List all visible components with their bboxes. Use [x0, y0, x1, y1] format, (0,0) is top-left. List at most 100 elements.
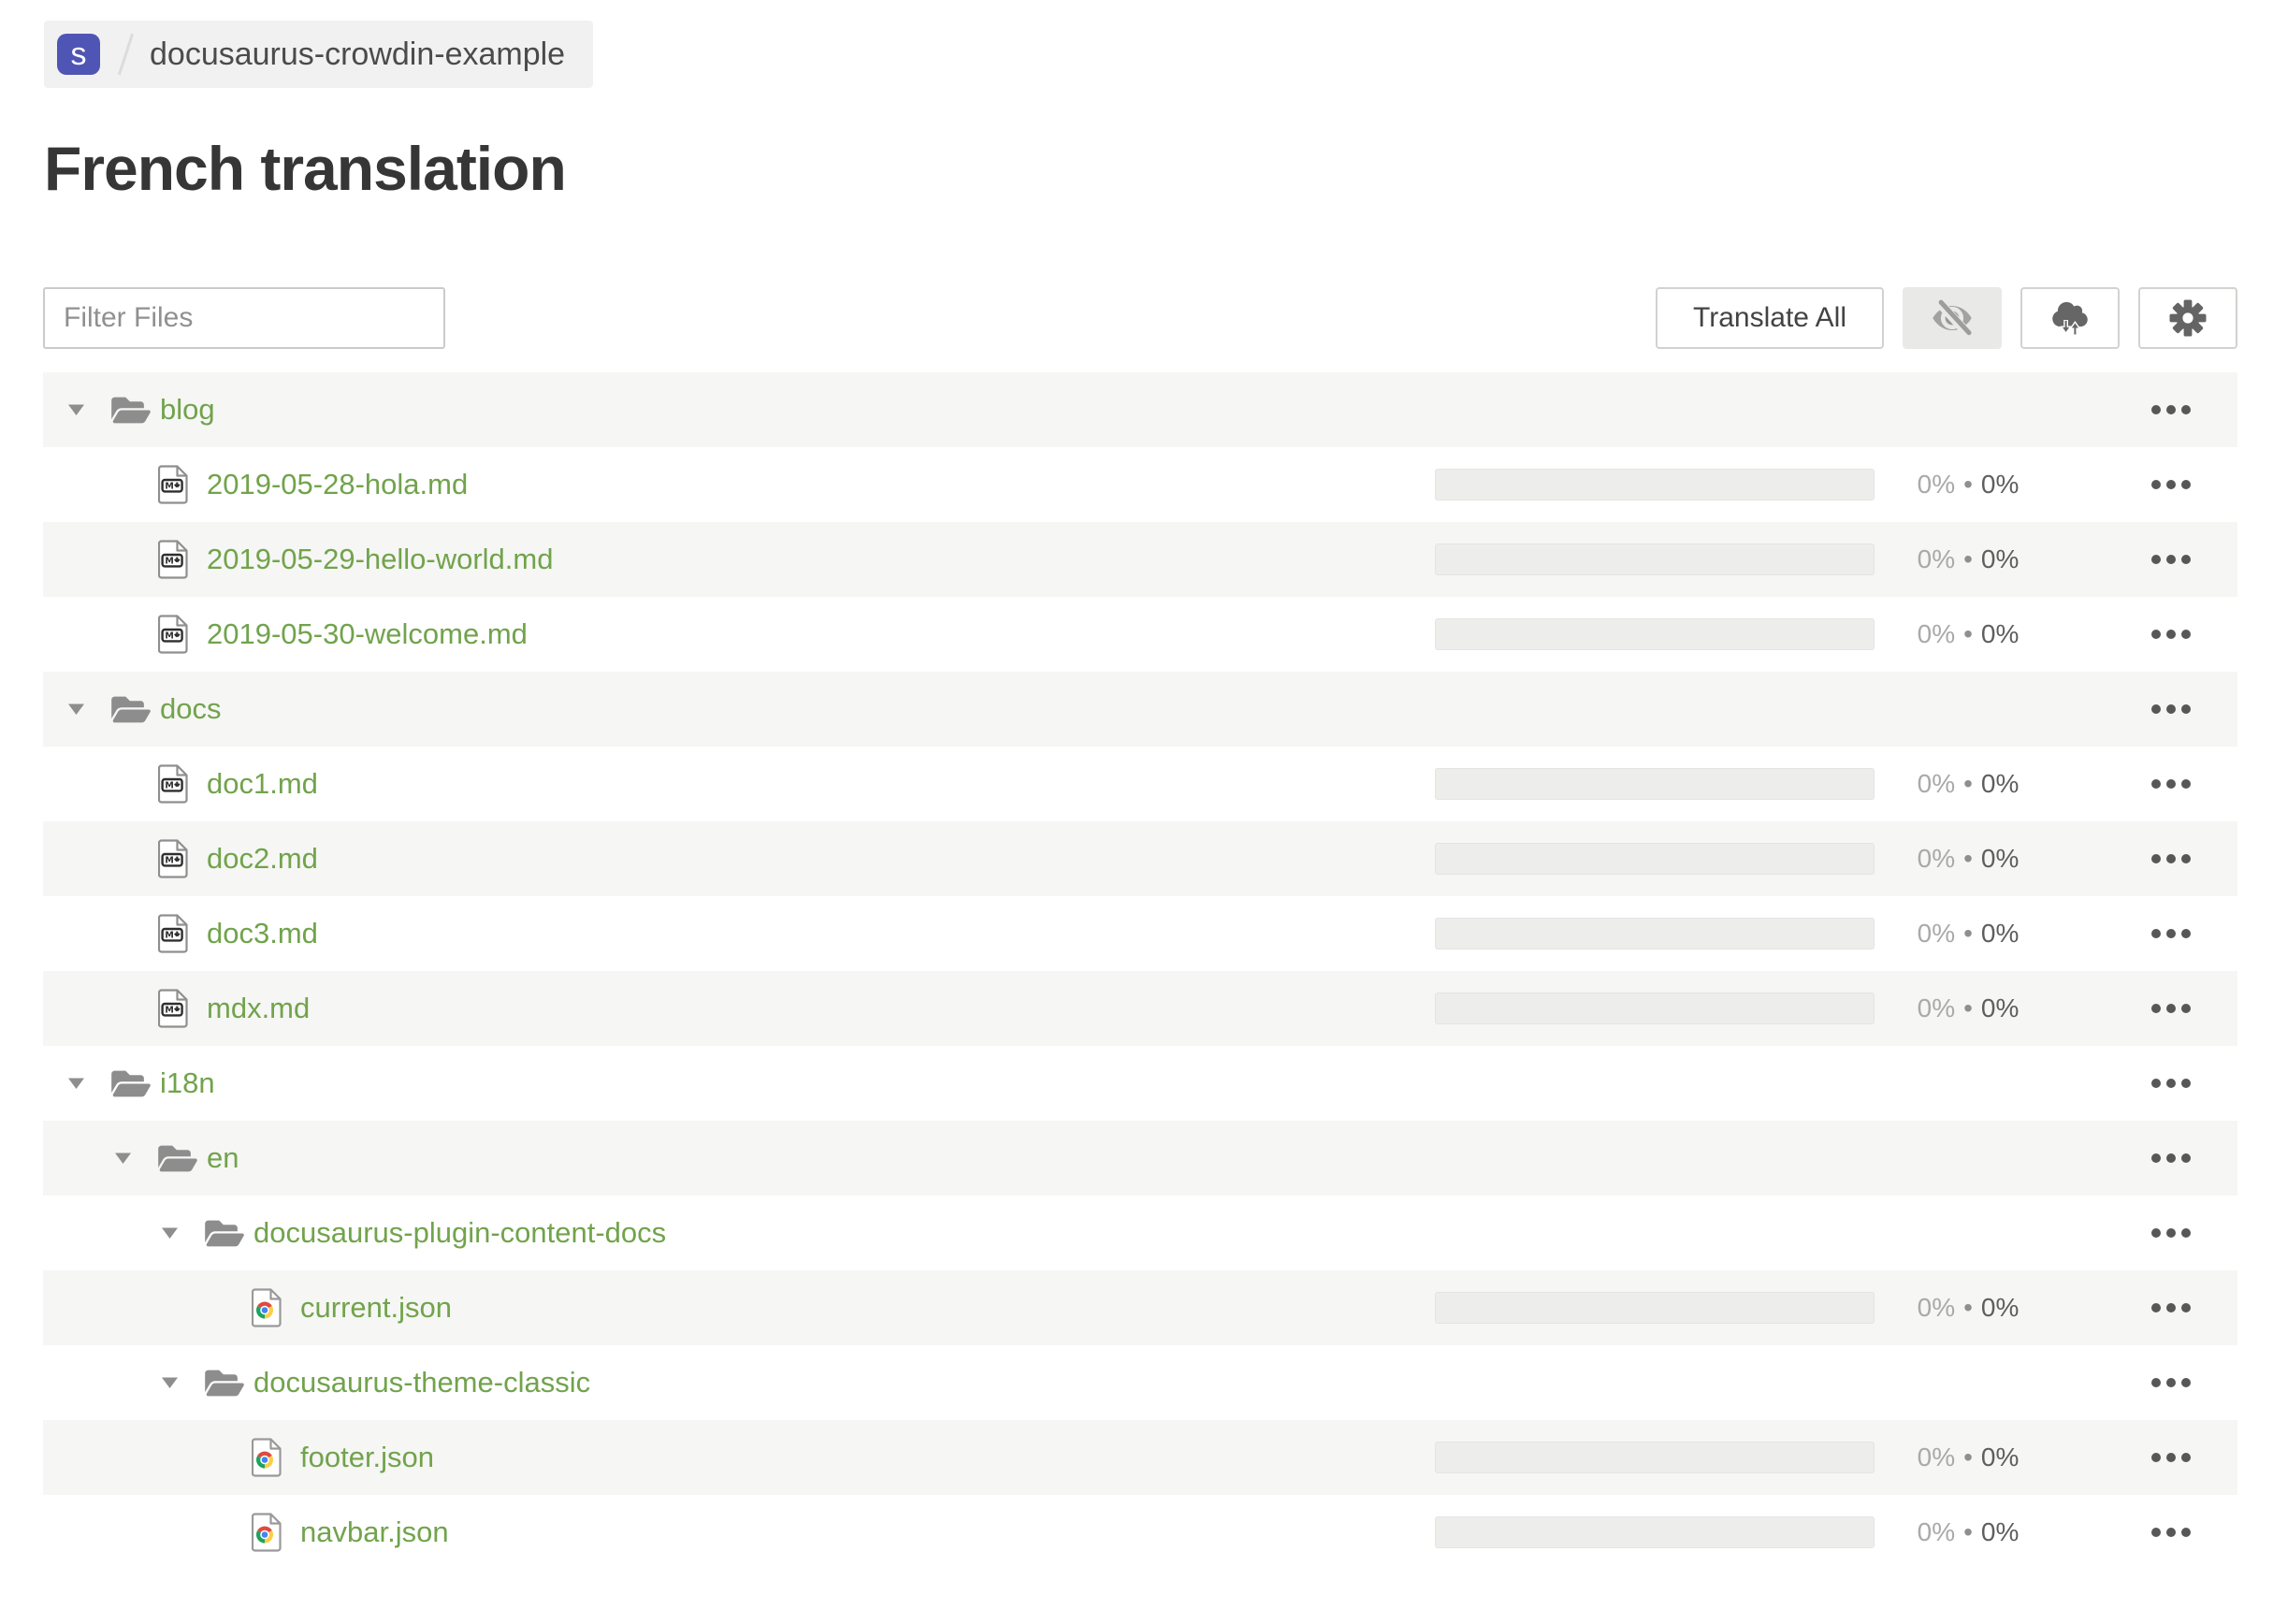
approved-percent: 0% — [1980, 1293, 2020, 1322]
file-link[interactable]: navbar.json — [300, 1515, 449, 1549]
row-menu-button[interactable] — [2150, 1296, 2193, 1320]
ellipsis-icon — [2151, 1079, 2161, 1088]
row-menu-cell — [2062, 472, 2237, 497]
row-menu-cell — [2062, 1296, 2237, 1320]
breadcrumb-project-name[interactable]: docusaurus-crowdin-example — [150, 36, 565, 73]
filter-files-input[interactable] — [43, 287, 445, 349]
row-menu-cell — [2062, 398, 2237, 422]
svg-text:M: M — [165, 1006, 173, 1016]
file-link[interactable]: mdx.md — [207, 992, 310, 1025]
json-file-icon — [252, 1288, 282, 1327]
toolbar-actions: Translate All — [1656, 287, 2237, 349]
progress-bar — [1435, 843, 1875, 875]
row-menu-button[interactable] — [2150, 398, 2193, 422]
row-menu-button[interactable] — [2150, 622, 2193, 646]
file-link[interactable]: doc3.md — [207, 917, 318, 950]
progress-cell — [1435, 1292, 1875, 1324]
folder-icon — [111, 1070, 151, 1096]
breadcrumb-separator — [117, 33, 135, 76]
row-menu-button[interactable] — [2150, 1520, 2193, 1544]
collapse-toggle[interactable] — [158, 1376, 205, 1389]
json-file-icon — [252, 1513, 282, 1552]
row-icon: M — [158, 764, 207, 804]
file-link[interactable]: current.json — [300, 1291, 452, 1325]
progress-bar — [1435, 768, 1875, 800]
collapse-toggle[interactable] — [158, 1226, 205, 1240]
collapse-toggle[interactable] — [65, 1077, 111, 1090]
ellipsis-icon — [2181, 1378, 2191, 1387]
down-up-arrows-icon — [2059, 320, 2081, 336]
translated-percent: 0% — [1917, 919, 1956, 948]
svg-text:M: M — [165, 781, 173, 791]
row-menu-button[interactable] — [2150, 921, 2193, 946]
approved-percent: 0% — [1980, 1517, 2020, 1546]
folder-link[interactable]: docusaurus-theme-classic — [253, 1366, 590, 1399]
progress-cell — [1435, 1516, 1875, 1548]
folder-row: docusaurus-plugin-content-docs — [43, 1196, 2237, 1270]
row-menu-button[interactable] — [2150, 1146, 2193, 1170]
translate-all-button[interactable]: Translate All — [1656, 287, 1884, 349]
caret-down-icon — [68, 404, 84, 415]
row-menu-button[interactable] — [2150, 1445, 2193, 1470]
folder-icon — [205, 1220, 244, 1246]
ellipsis-icon — [2181, 1153, 2191, 1163]
row-menu-button[interactable] — [2150, 772, 2193, 796]
progress-percentages: 0% • 0% — [1875, 993, 2062, 1023]
folder-icon — [111, 696, 151, 722]
row-menu-cell — [2062, 847, 2237, 871]
caret-down-icon — [68, 703, 84, 715]
folder-icon — [111, 397, 151, 423]
row-menu-cell — [2062, 547, 2237, 572]
ellipsis-icon — [2151, 555, 2161, 564]
collapse-toggle[interactable] — [111, 1152, 158, 1165]
progress-cell — [1435, 918, 1875, 950]
translated-percent: 0% — [1917, 993, 1956, 1022]
progress-percentages: 0% • 0% — [1875, 1293, 2062, 1323]
file-link[interactable]: footer.json — [300, 1441, 434, 1474]
row-icon: M — [158, 540, 207, 579]
translated-percent: 0% — [1917, 619, 1956, 648]
folder-link[interactable]: i18n — [160, 1066, 215, 1100]
ellipsis-icon — [2166, 1303, 2176, 1312]
collapse-toggle[interactable] — [65, 403, 111, 416]
progress-bar — [1435, 918, 1875, 950]
row-menu-button[interactable] — [2150, 547, 2193, 572]
ellipsis-icon — [2181, 854, 2191, 863]
row-menu-button[interactable] — [2150, 697, 2193, 721]
percent-separator: • — [1963, 1293, 1973, 1322]
folder-link[interactable]: blog — [160, 393, 215, 427]
json-file-icon — [252, 1438, 282, 1477]
row-menu-button[interactable] — [2150, 472, 2193, 497]
row-icon — [252, 1513, 300, 1552]
folder-link[interactable]: docusaurus-plugin-content-docs — [253, 1216, 666, 1250]
toggle-hidden-files-button[interactable] — [1903, 287, 2002, 349]
file-link[interactable]: doc1.md — [207, 767, 318, 801]
approved-percent: 0% — [1980, 993, 2020, 1022]
settings-button[interactable] — [2138, 287, 2237, 349]
translated-percent: 0% — [1917, 1443, 1956, 1472]
file-link[interactable]: doc2.md — [207, 842, 318, 876]
row-menu-cell — [2062, 1445, 2237, 1470]
percent-separator: • — [1963, 470, 1973, 499]
file-tree: blog M 2019-05-28-hola.md 0% • 0% M 2019… — [43, 372, 2237, 1570]
row-name-cell: blog — [43, 393, 1435, 428]
ellipsis-icon — [2181, 1004, 2191, 1013]
file-link[interactable]: 2019-05-30-welcome.md — [207, 617, 528, 651]
row-menu-cell — [2062, 921, 2237, 946]
file-link[interactable]: 2019-05-28-hola.md — [207, 468, 468, 501]
ellipsis-icon — [2181, 405, 2191, 414]
row-menu-button[interactable] — [2150, 996, 2193, 1021]
row-menu-button[interactable] — [2150, 1071, 2193, 1095]
folder-link[interactable]: en — [207, 1141, 239, 1175]
row-menu-button[interactable] — [2150, 1221, 2193, 1245]
ellipsis-icon — [2151, 480, 2161, 489]
row-menu-button[interactable] — [2150, 1370, 2193, 1395]
project-avatar[interactable]: s — [57, 34, 100, 75]
translated-percent: 0% — [1917, 470, 1956, 499]
file-link[interactable]: 2019-05-29-hello-world.md — [207, 543, 553, 576]
folder-link[interactable]: docs — [160, 692, 221, 726]
caret-down-icon — [162, 1377, 178, 1388]
sync-translations-button[interactable] — [2020, 287, 2120, 349]
row-menu-button[interactable] — [2150, 847, 2193, 871]
collapse-toggle[interactable] — [65, 703, 111, 716]
